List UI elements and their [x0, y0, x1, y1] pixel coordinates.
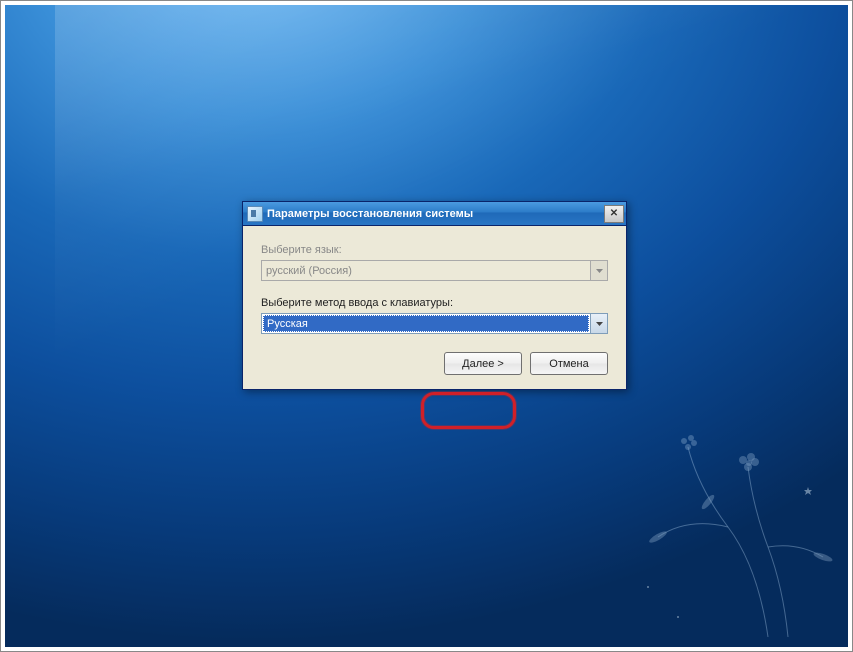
recovery-options-dialog: Параметры восстановления системы ✕ Выбер…: [242, 201, 627, 390]
language-select: русский (Россия): [261, 260, 608, 281]
dialog-icon: [247, 206, 263, 222]
close-button[interactable]: ✕: [604, 205, 624, 223]
cancel-button[interactable]: Отмена: [530, 352, 608, 375]
dialog-titlebar[interactable]: Параметры восстановления системы ✕: [243, 202, 626, 226]
dialog-body: Выберите язык: русский (Россия) Выберите…: [243, 226, 626, 389]
language-field-group: Выберите язык: русский (Россия): [261, 244, 608, 281]
desktop-background: Параметры восстановления системы ✕ Выбер…: [5, 5, 848, 647]
dialog-title: Параметры восстановления системы: [267, 208, 604, 220]
language-label: Выберите язык:: [261, 244, 608, 256]
chevron-down-icon[interactable]: [590, 314, 607, 333]
chevron-down-icon: [590, 261, 607, 280]
close-icon: ✕: [610, 208, 618, 219]
next-button[interactable]: Далее >: [444, 352, 522, 375]
dialog-button-row: Далее > Отмена: [261, 352, 608, 375]
keyboard-select[interactable]: Русская: [261, 313, 608, 334]
screenshot-frame: Параметры восстановления системы ✕ Выбер…: [0, 0, 853, 652]
keyboard-select-value: Русская: [263, 315, 589, 332]
language-select-value: русский (Россия): [262, 261, 590, 280]
wallpaper-decoration: [588, 387, 838, 637]
annotation-highlight: [421, 392, 516, 429]
keyboard-label: Выберите метод ввода с клавиатуры:: [261, 297, 608, 309]
keyboard-field-group: Выберите метод ввода с клавиатуры: Русск…: [261, 297, 608, 334]
